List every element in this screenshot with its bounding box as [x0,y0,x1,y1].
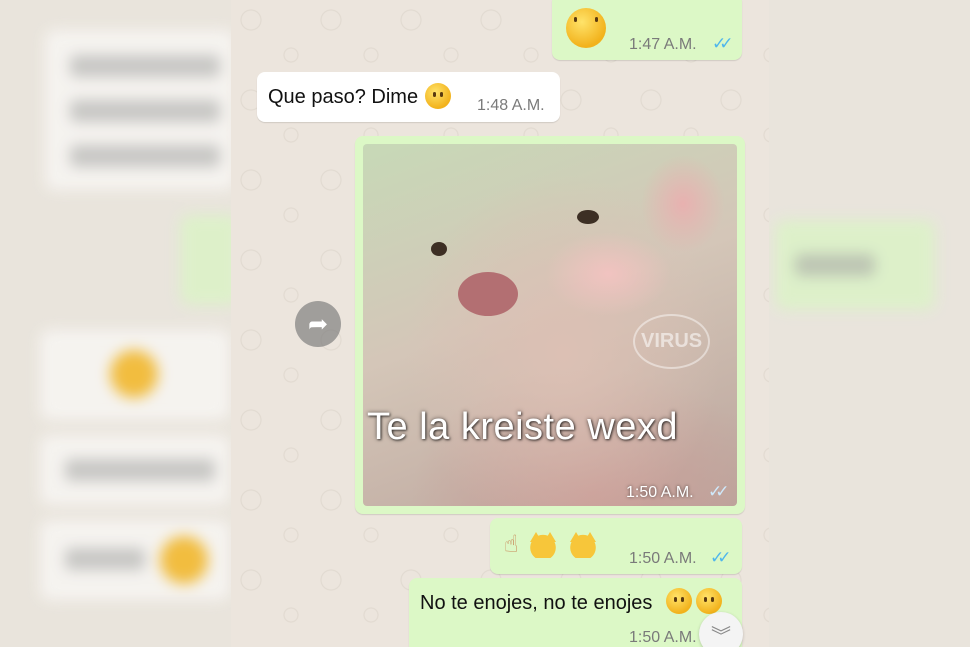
rofl-emoji-icon [696,588,722,614]
laughing-cat-icon [567,531,598,558]
message-time: 1:50 A.M. [629,550,697,567]
double-check-icon: ✓✓ [712,34,733,53]
meme-image[interactable]: VIRUS Te la kreiste wexd 1:50 A.M. ✓✓ [363,144,737,506]
message-time: 1:48 A.M. [477,97,545,114]
forward-icon[interactable]: ➦ [295,301,341,347]
blurred-bubble [775,220,935,310]
message-time: 1:50 A.M. [629,629,697,646]
blurred-bubble [45,30,235,190]
message-text: No te enojes, no te enojes [420,592,653,614]
smiley-emoji-icon [566,8,606,48]
blurred-bubble [40,435,230,505]
emoji-row: ☝ [504,530,598,559]
message-text: Que paso? Dime [268,86,419,108]
sad-sweat-emoji-icon [425,83,451,109]
laughing-cat-icon [528,531,559,558]
message-bubble-incoming[interactable]: Que paso? Dime 1:48 A.M. [257,72,560,122]
message-time: 1:50 A.M. [626,484,694,501]
image-caption: Te la kreiste wexd [367,406,679,448]
message-bubble-outgoing[interactable]: ☝ 1:50 A.M. ✓✓ [490,518,742,574]
message-bubble-outgoing[interactable]: No te enojes, no te enojes 1:50 A.M. [409,578,742,647]
rofl-emoji-icon [666,588,692,614]
rat-nose [458,272,518,316]
blurred-bubble [40,330,230,420]
message-bubble-outgoing[interactable]: 1:47 A.M. ✓✓ [552,0,742,60]
watermark: VIRUS [633,314,711,369]
message-time: 1:47 A.M. [629,36,697,53]
rat-eye [431,242,447,256]
rat-eye [577,210,599,224]
meme-photo: VIRUS [363,144,737,506]
pointing-up-hand-icon: ☝ [504,531,519,558]
blurred-bubble [40,520,230,600]
double-check-icon: ✓✓ [708,482,729,501]
chat-view[interactable]: 1:47 A.M. ✓✓ Que paso? Dime 1:48 A.M. VI… [231,0,769,647]
image-message-bubble[interactable]: VIRUS Te la kreiste wexd 1:50 A.M. ✓✓ [355,136,745,514]
double-check-icon: ✓✓ [710,548,731,567]
